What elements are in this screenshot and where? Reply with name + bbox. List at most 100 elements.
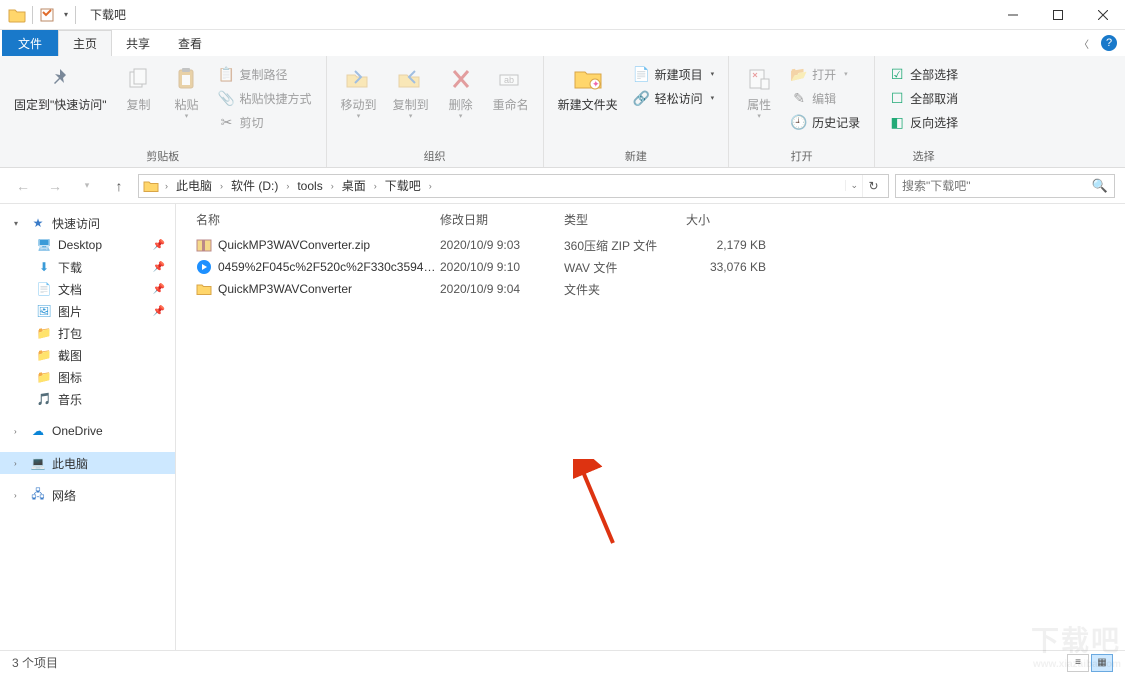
col-name[interactable]: 名称 — [176, 211, 440, 228]
crumb-this-pc[interactable]: 此电脑 — [172, 175, 216, 197]
pin-label: 固定到"快速访问" — [14, 98, 107, 112]
cut-button[interactable]: ✂剪切 — [215, 111, 316, 133]
search-box[interactable]: 🔍 — [895, 174, 1115, 198]
help-icon[interactable]: ? — [1101, 35, 1117, 51]
chevron-right-icon[interactable]: › — [327, 181, 338, 191]
rename-label: 重命名 — [493, 98, 529, 112]
crumb-drive[interactable]: 软件 (D:) — [227, 175, 282, 197]
qat-properties-icon[interactable] — [37, 5, 57, 25]
folder-icon — [196, 281, 212, 297]
column-headers: 名称 修改日期 类型 大小 — [176, 204, 1125, 234]
maximize-button[interactable] — [1035, 0, 1080, 29]
tree-item-pictures[interactable]: 🖼图片📌 — [0, 300, 175, 322]
paste-shortcut-button[interactable]: 📎粘贴快捷方式 — [215, 87, 316, 109]
cut-icon: ✂ — [219, 114, 235, 130]
annotation-arrow — [573, 459, 623, 549]
chevron-right-icon[interactable]: › — [216, 181, 227, 191]
new-folder-button[interactable]: ✦ 新建文件夹 — [550, 59, 626, 146]
pictures-icon: 🖼 — [36, 303, 52, 319]
expand-icon[interactable]: › — [14, 459, 24, 468]
tree-item-desktop[interactable]: 🖥Desktop📌 — [0, 234, 175, 256]
search-icon[interactable]: 🔍 — [1092, 178, 1108, 194]
tab-share[interactable]: 共享 — [112, 30, 164, 56]
view-details-button[interactable]: ≡ — [1067, 654, 1089, 672]
pin-quick-access-button[interactable]: 固定到"快速访问" — [6, 59, 115, 146]
rename-button[interactable]: ab 重命名 — [485, 59, 537, 146]
refresh-button[interactable]: ↻ — [862, 175, 884, 197]
file-row[interactable]: 0459%2F045c%2F520c%2F330c35947... 2020/1… — [176, 256, 1125, 278]
easy-access-button[interactable]: 🔗轻松访问▾ — [630, 87, 719, 109]
delete-button[interactable]: 删除▾ — [437, 59, 485, 146]
svg-text:ab: ab — [504, 75, 514, 85]
edit-label: 编辑 — [812, 90, 836, 107]
wav-icon — [196, 259, 212, 275]
crumb-desktop[interactable]: 桌面 — [338, 175, 370, 197]
file-date: 2020/10/9 9:04 — [440, 282, 564, 296]
crumb-current[interactable]: 下载吧 — [381, 175, 425, 197]
tab-view[interactable]: 查看 — [164, 30, 216, 56]
tree-item-music[interactable]: 🎵音乐 — [0, 388, 175, 410]
history-button[interactable]: 🕘历史记录 — [787, 111, 864, 133]
tree-item-downloads[interactable]: ⬇下载📌 — [0, 256, 175, 278]
tree-quick-access[interactable]: ▾★快速访问 — [0, 212, 175, 234]
close-button[interactable] — [1080, 0, 1125, 29]
address-bar[interactable]: › 此电脑› 软件 (D:)› tools› 桌面› 下载吧› ⌄ ↻ — [138, 174, 889, 198]
file-row[interactable]: QuickMP3WAVConverter.zip 2020/10/9 9:03 … — [176, 234, 1125, 256]
invert-button[interactable]: ◧反向选择 — [885, 111, 962, 133]
select-all-button[interactable]: ☑ 全部选择 — [885, 63, 962, 85]
tree-item-pack[interactable]: 📁打包 — [0, 322, 175, 344]
file-date: 2020/10/9 9:10 — [440, 260, 564, 274]
edit-button[interactable]: ✎编辑 — [787, 87, 864, 109]
separator — [75, 6, 76, 24]
tree-network[interactable]: ›🖧网络 — [0, 484, 175, 506]
new-folder-icon: ✦ — [572, 63, 604, 95]
expand-icon[interactable]: › — [14, 427, 24, 436]
expand-icon[interactable]: ▾ — [14, 219, 24, 228]
open-button[interactable]: 📂打开▾ — [787, 63, 864, 85]
copy-to-button[interactable]: 复制到▾ — [385, 59, 437, 146]
up-button[interactable]: ↑ — [106, 173, 132, 199]
crumb-tools[interactable]: tools — [293, 175, 326, 197]
tab-home[interactable]: 主页 — [58, 30, 112, 56]
move-to-button[interactable]: 移动到▾ — [333, 59, 385, 146]
ribbon-collapse-icon[interactable]: 〈 — [1079, 36, 1089, 51]
chevron-right-icon[interactable]: › — [425, 181, 436, 191]
select-none-button[interactable]: ☐全部取消 — [885, 87, 962, 109]
select-all-label: 全部选择 — [910, 66, 958, 83]
chevron-right-icon[interactable]: › — [282, 181, 293, 191]
recent-dropdown[interactable]: ▾ — [74, 173, 100, 199]
qat-dropdown-icon[interactable]: ▾ — [61, 10, 71, 19]
search-input[interactable] — [902, 179, 1092, 193]
copy-button[interactable]: 复制 — [115, 59, 163, 146]
address-dropdown-icon[interactable]: ⌄ — [845, 180, 862, 191]
copy-path-button[interactable]: 📋复制路径 — [215, 63, 316, 85]
tab-file[interactable]: 文件 — [2, 30, 58, 56]
tree-item-documents[interactable]: 📄文档📌 — [0, 278, 175, 300]
col-type[interactable]: 类型 — [564, 211, 686, 228]
col-date[interactable]: 修改日期 — [440, 211, 564, 228]
quick-access-toolbar: ▾ — [37, 5, 71, 25]
select-all-icon: ☑ — [889, 66, 905, 82]
pin-icon: 📌 — [153, 240, 165, 251]
network-icon: 🖧 — [30, 487, 46, 503]
col-size[interactable]: 大小 — [686, 211, 786, 228]
forward-button[interactable]: → — [42, 173, 68, 199]
open-label: 打开 — [812, 66, 836, 83]
group-label-open: 打开 — [735, 146, 868, 167]
tree-onedrive[interactable]: ›☁OneDrive — [0, 420, 175, 442]
file-name: QuickMP3WAVConverter.zip — [218, 238, 440, 252]
view-icons-button[interactable]: ▦ — [1091, 654, 1113, 672]
tree-item-icons[interactable]: 📁图标 — [0, 366, 175, 388]
properties-button[interactable]: 属性▾ — [735, 59, 783, 146]
file-pane: 名称 修改日期 类型 大小 QuickMP3WAVConverter.zip 2… — [176, 204, 1125, 650]
paste-button[interactable]: 粘贴 ▾ — [163, 59, 211, 146]
chevron-right-icon[interactable]: › — [161, 181, 172, 191]
expand-icon[interactable]: › — [14, 491, 24, 500]
tree-item-screenshot[interactable]: 📁截图 — [0, 344, 175, 366]
file-row[interactable]: QuickMP3WAVConverter 2020/10/9 9:04 文件夹 — [176, 278, 1125, 300]
new-item-button[interactable]: 📄新建项目▾ — [630, 63, 719, 85]
tree-this-pc[interactable]: ›💻此电脑 — [0, 452, 175, 474]
back-button[interactable]: ← — [10, 173, 36, 199]
minimize-button[interactable] — [990, 0, 1035, 29]
chevron-right-icon[interactable]: › — [370, 181, 381, 191]
